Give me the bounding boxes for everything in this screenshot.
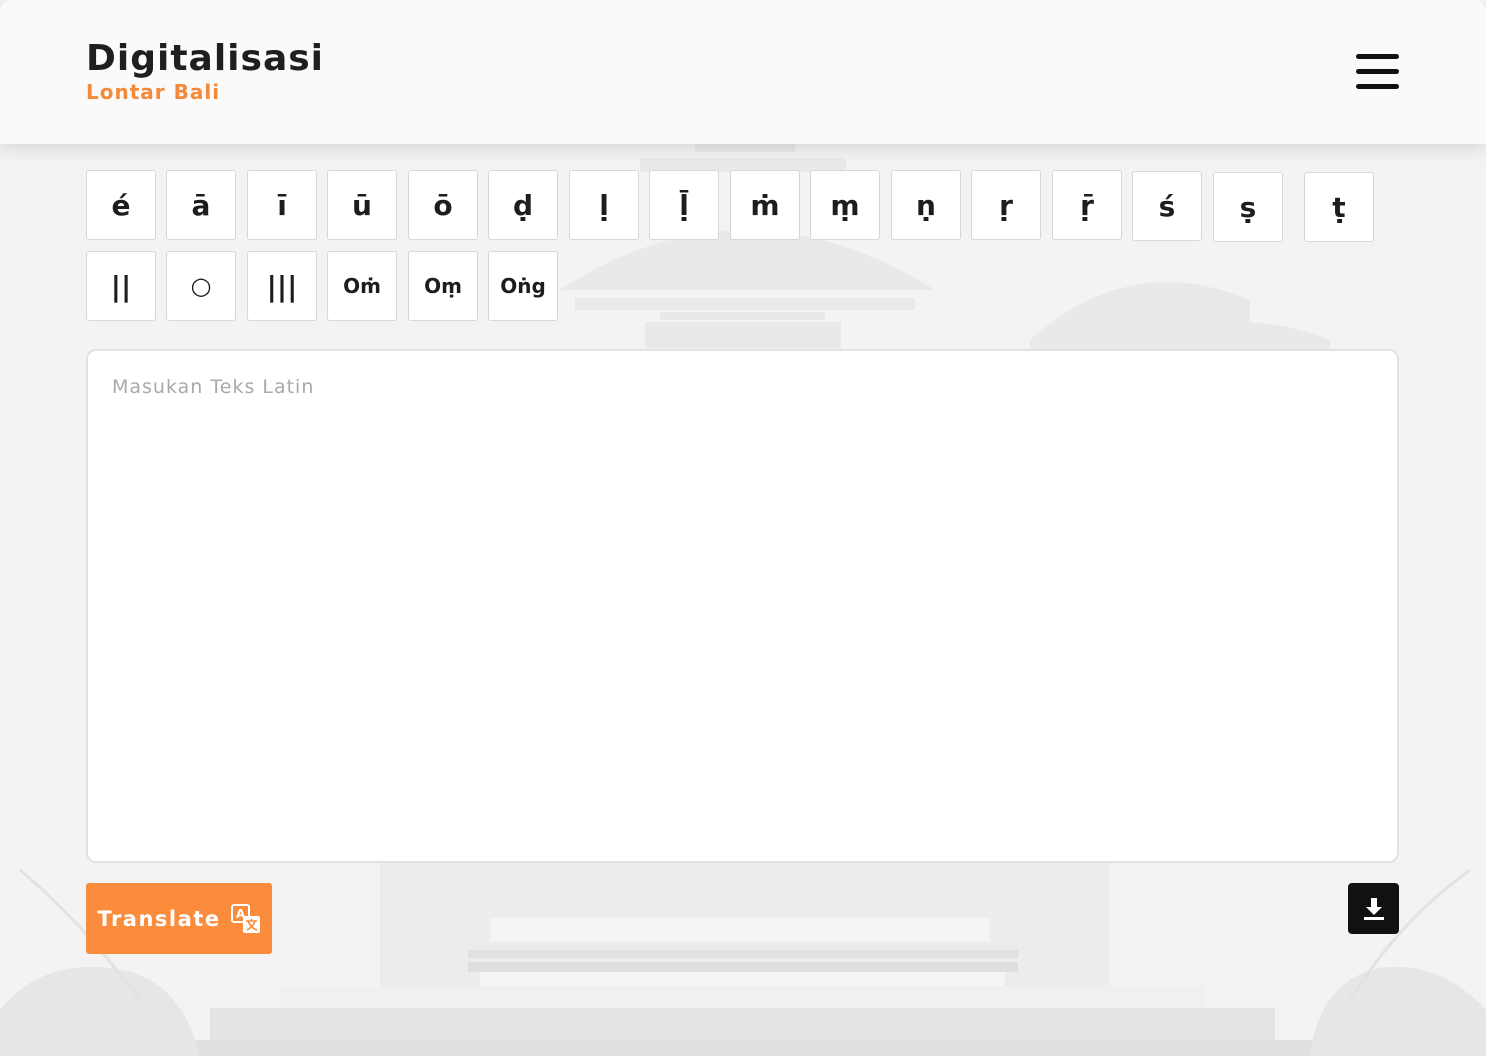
hamburger-menu-icon[interactable] [1350,50,1406,96]
char-key-s-acute[interactable]: ś [1132,171,1202,241]
char-key-r-dot-macron[interactable]: ṝ [1052,170,1122,240]
char-key-om-dot-below[interactable]: Oṃ [408,251,478,321]
char-key-a-macron[interactable]: ā [166,170,236,240]
menu-bar [1356,69,1399,74]
brand-subtitle: Lontar Bali [86,80,221,104]
brand-logo[interactable]: Digitalisasi Lontar Bali [86,38,324,104]
char-key-t-dot[interactable]: ṭ [1304,172,1374,242]
latin-text-input[interactable] [88,351,1397,861]
char-key-n-dot[interactable]: ṇ [891,170,961,240]
latin-text-input-container [86,349,1399,863]
brand-title: Digitalisasi [86,38,325,79]
menu-bar [1356,54,1399,59]
char-key-e-acute[interactable]: é [86,170,156,240]
char-key-i-macron[interactable]: ī [247,170,317,240]
char-key-s-dot[interactable]: ṣ [1213,172,1283,242]
menu-bar [1356,84,1399,89]
translate-button[interactable]: Translate A [86,883,272,954]
char-key-ong[interactable]: Oṅg [488,251,558,321]
download-button[interactable] [1348,883,1399,934]
translate-button-label: Translate [97,906,221,931]
translate-icon: A [230,903,260,933]
char-key-o-macron[interactable]: ō [408,170,478,240]
char-key-d-dot[interactable]: ḍ [488,170,558,240]
char-key-triple-bar[interactable]: ||| [247,251,317,321]
char-key-m-dot-above[interactable]: ṁ [730,170,800,240]
top-navbar: Digitalisasi Lontar Bali [0,0,1486,144]
char-key-r-dot[interactable]: ṛ [971,170,1041,240]
char-key-u-macron[interactable]: ū [327,170,397,240]
char-key-l-dot-macron[interactable]: ḹ [649,170,719,240]
char-key-om-dot-above[interactable]: Oṁ [327,251,397,321]
char-key-l-dot[interactable]: ḷ [569,170,639,240]
char-key-double-bar[interactable]: || [86,251,156,321]
char-key-m-dot-below[interactable]: ṃ [810,170,880,240]
char-key-circle[interactable]: ○ [166,251,236,321]
download-icon [1363,897,1384,920]
